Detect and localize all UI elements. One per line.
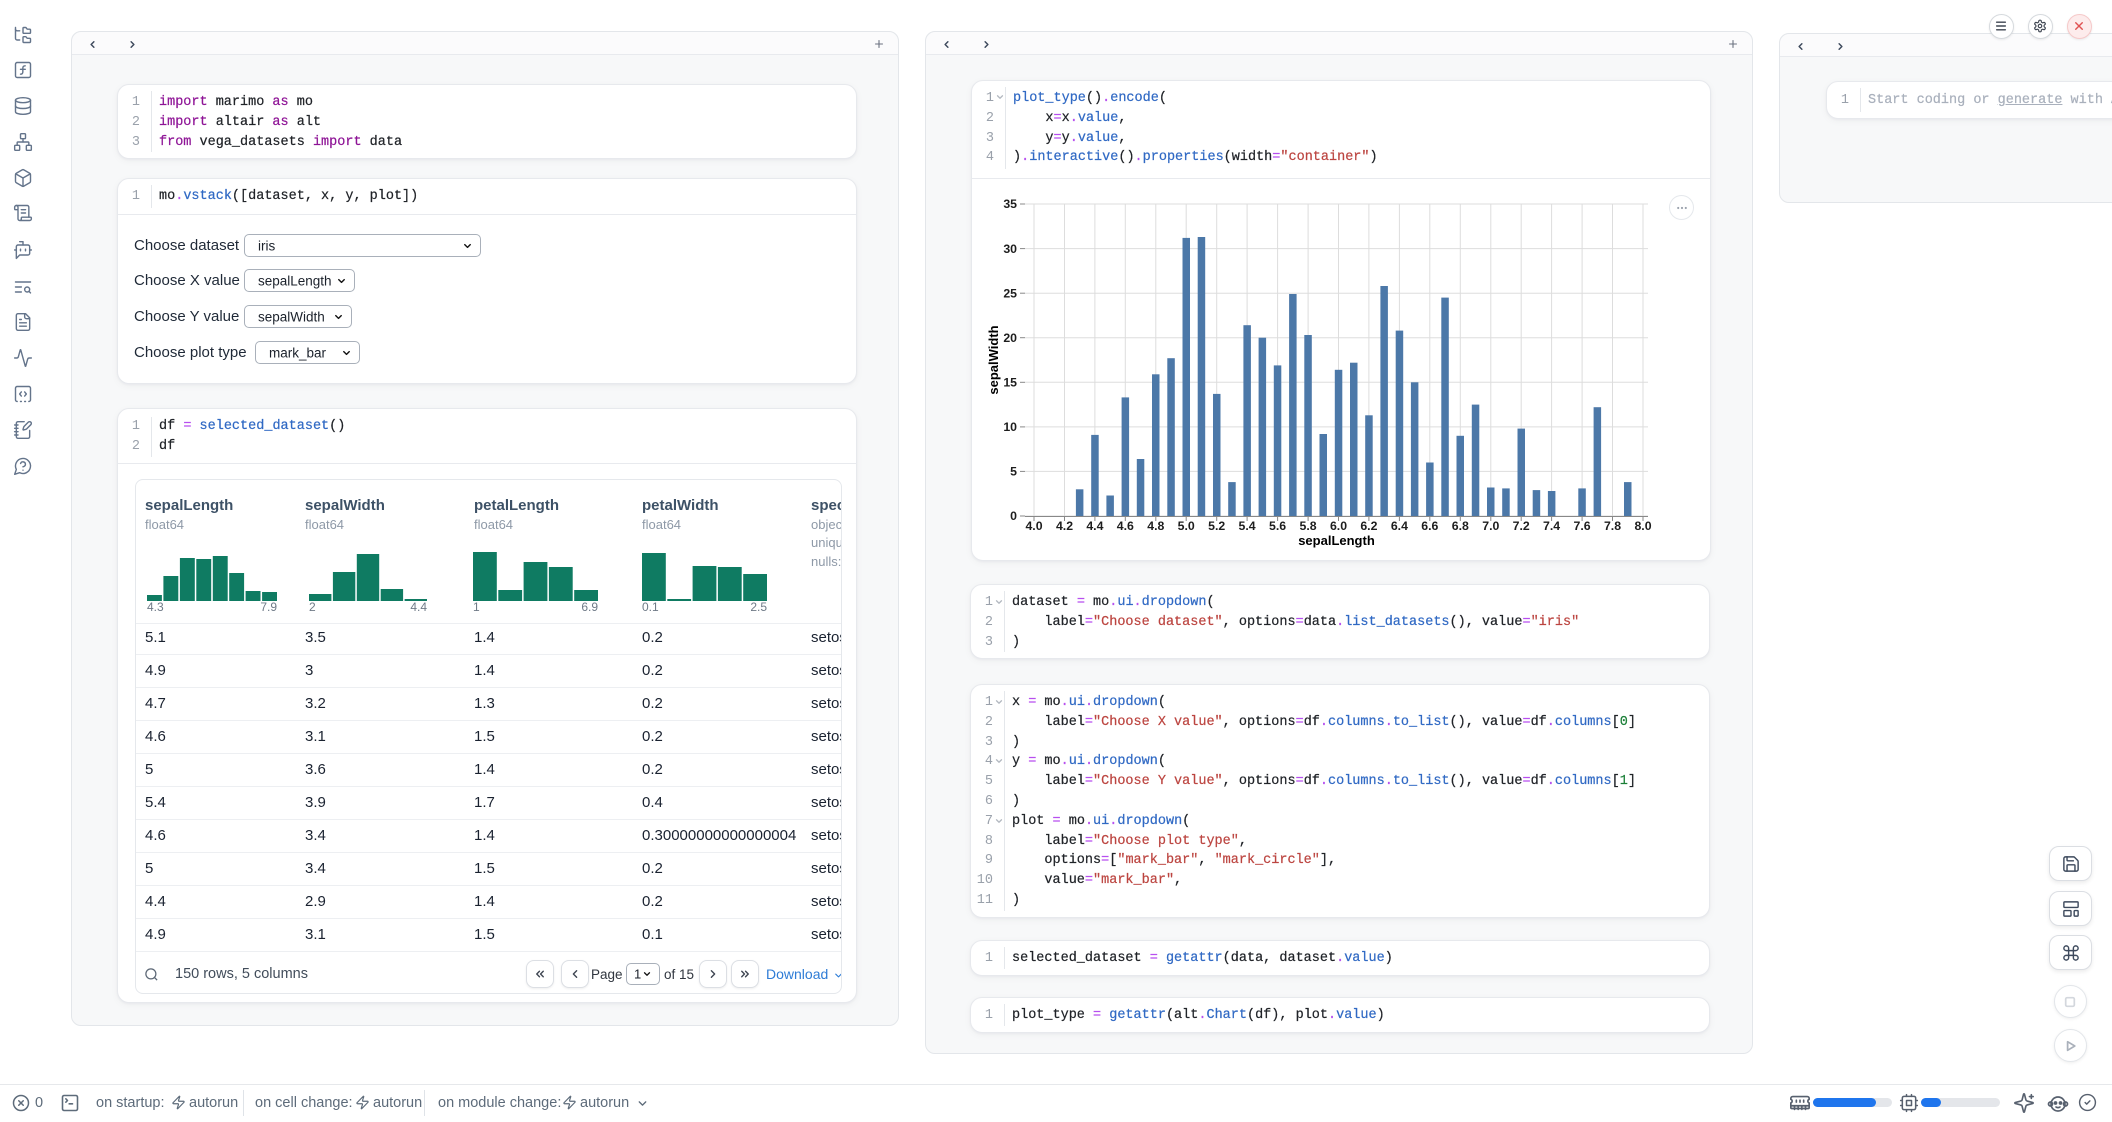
svg-text:7.2: 7.2 <box>1513 519 1530 533</box>
svg-text:25: 25 <box>1003 286 1017 300</box>
svg-text:4.6: 4.6 <box>1117 519 1134 533</box>
svg-text:8.0: 8.0 <box>1634 519 1651 533</box>
svg-text:15: 15 <box>1003 376 1017 390</box>
svg-text:6.0: 6.0 <box>1330 519 1347 533</box>
svg-text:35: 35 <box>1003 197 1017 211</box>
svg-text:20: 20 <box>1003 331 1017 345</box>
svg-text:7.0: 7.0 <box>1482 519 1499 533</box>
svg-text:6.8: 6.8 <box>1452 519 1469 533</box>
svg-text:4.0: 4.0 <box>1025 519 1042 533</box>
svg-text:5.0: 5.0 <box>1178 519 1195 533</box>
svg-text:6.6: 6.6 <box>1421 519 1438 533</box>
svg-text:30: 30 <box>1003 242 1017 256</box>
svg-text:7.4: 7.4 <box>1543 519 1560 533</box>
svg-text:5.4: 5.4 <box>1239 519 1256 533</box>
svg-text:5: 5 <box>1010 465 1017 479</box>
svg-text:6.4: 6.4 <box>1391 519 1408 533</box>
svg-text:4.4: 4.4 <box>1086 519 1103 533</box>
svg-text:5.6: 5.6 <box>1269 519 1286 533</box>
svg-text:sepalLength: sepalLength <box>1298 533 1375 548</box>
svg-text:4.2: 4.2 <box>1056 519 1073 533</box>
svg-text:7.6: 7.6 <box>1574 519 1591 533</box>
svg-text:sepalWidth: sepalWidth <box>986 325 1001 394</box>
svg-text:6.2: 6.2 <box>1360 519 1377 533</box>
svg-text:0: 0 <box>1010 509 1017 523</box>
svg-text:10: 10 <box>1003 420 1017 434</box>
svg-text:5.8: 5.8 <box>1300 519 1317 533</box>
svg-text:5.2: 5.2 <box>1208 519 1225 533</box>
svg-text:7.8: 7.8 <box>1604 519 1621 533</box>
svg-text:4.8: 4.8 <box>1147 519 1164 533</box>
